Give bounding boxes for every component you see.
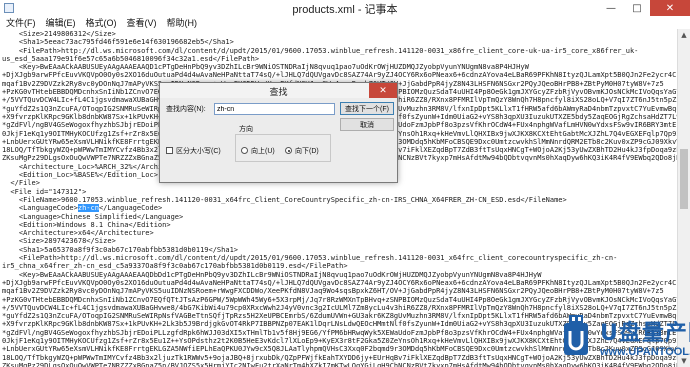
site-watermark: U盘量产网 www.UPANTOOL.com — [558, 313, 690, 365]
menu-help[interactable]: 帮助(H) — [167, 16, 198, 29]
editor-line: <FileName>9600.17053.winblue_refresh.141… — [2, 195, 567, 204]
editor-line: <FilePath>http://dl.ws.microsoft.com/dl/… — [2, 254, 618, 263]
find-what-label: 查找内容(N): — [166, 106, 206, 113]
menu-file[interactable]: 文件(F) — [6, 16, 36, 29]
minimize-button[interactable]: — — [598, 0, 624, 16]
find-dialog-title-bar[interactable]: 查找 ✕ — [160, 83, 397, 98]
usb-logo-icon — [564, 315, 588, 355]
editor-line: <Key>BwEAaACkAABUSUEyAAgAAAEAAQD1cPTgDeH… — [2, 63, 529, 72]
editor-line: ir5_chna_x64frer_zh-cn_esd_c5a9337Oa8f9f… — [2, 262, 348, 271]
editor-line: <Sha1>5eeac73ac795fd46f591e6e14f63019668… — [2, 38, 234, 47]
editor-line: <Edition_Loc>%BASE%</Edition_Loc> — [2, 171, 158, 180]
menu-bar: 文件(F) 编辑(E) 格式(O) 查看(V) 帮助(H) — [0, 16, 690, 29]
editor-line: <File id="147312"> — [2, 187, 87, 196]
editor-line: <Key>BwEAaACkAABUSUEyAAgAAAEAAQDbDd1cPTg… — [2, 270, 542, 279]
editor-line: <Language>Chinese Simplified</Language> — [2, 212, 184, 221]
menu-format[interactable]: 格式(O) — [86, 16, 117, 29]
maximize-button[interactable]: □ — [624, 0, 650, 16]
menu-edit[interactable]: 编辑(E) — [46, 16, 76, 29]
direction-down-label[interactable]: 向下(D) — [295, 146, 319, 156]
editor-line: +DjXJgb9arwFPfcEuvVKQVpO0Oy0s2XO16duOutu… — [2, 278, 677, 287]
watermark-name: U盘量产网 — [600, 321, 690, 346]
watermark-url: www.UPANTOOL.com — [600, 346, 690, 358]
editor-line: <Architecture>x64</Architecture> — [2, 229, 154, 238]
scroll-up-arrow-icon[interactable]: ▲ — [678, 29, 690, 41]
editor-line: +DjXJgb9arwFPfcEuvVKQVpO0Oy0s2XO16duOutu… — [2, 71, 677, 80]
editor-line: +PzKG0vTHtebEBBDQMDcnhxSnIiNb1ZCnvO7EQfQ… — [2, 295, 677, 304]
search-match-highlight: zh-cn — [77, 204, 99, 213]
find-dialog-close-button[interactable]: ✕ — [369, 83, 397, 98]
cancel-button[interactable]: 取消 — [340, 118, 394, 131]
find-next-button[interactable]: 查找下一个(F) — [340, 102, 394, 115]
find-what-input[interactable] — [214, 103, 335, 115]
editor-line: </File> — [2, 179, 40, 188]
direction-up-label[interactable]: 向上(U) — [251, 146, 275, 156]
editor-line: +/5VVTQuvDCW4LIc+fL4C1jgsvdmawaXUBaGHvwe… — [2, 303, 677, 312]
match-case-checkbox[interactable] — [166, 147, 173, 154]
window-title: products.xml - 记事本 — [292, 4, 398, 16]
direction-group-label: 方向 — [239, 126, 253, 133]
title-bar: products.xml - 记事本 — □ ✕ — [0, 0, 690, 17]
match-case-label[interactable]: 区分大小写(C) — [176, 146, 221, 156]
direction-up-radio[interactable] — [241, 147, 248, 154]
close-button[interactable]: ✕ — [650, 0, 690, 16]
editor-line: <Sha1>5a65370a8f9f3c0ab67c170abfbb5381d0… — [2, 245, 239, 254]
editor-line: <Size>2897423678</Size> — [2, 237, 116, 246]
editor-line: us_esd_5aaa179e91f6e57c65a6b5046810096f3… — [2, 54, 260, 63]
editor-line: <Edition>Windows 8.1 China</Edition> — [2, 220, 171, 229]
find-dialog-title: 查找 — [269, 87, 288, 97]
editor-line: <LanguageCode>zh-cn</LanguageCode> — [2, 204, 163, 213]
editor-line: mqaf1Bv2Z9DVZzk2Ry8vc0yDOnNqJ7mAPyVKS5uu… — [2, 287, 664, 296]
editor-line: <Size>2149806312</Size> — [2, 30, 116, 38]
window-controls: — □ ✕ — [598, 0, 690, 16]
direction-group: 向上(U) 向下(D) — [235, 134, 331, 162]
find-dialog: 查找 ✕ 查找内容(N): 查找下一个(F) 取消 方向 向上(U) 向下(D)… — [159, 82, 398, 183]
scrollbar-thumb[interactable] — [680, 149, 688, 209]
menu-view[interactable]: 查看(V) — [127, 16, 157, 29]
editor-line: <FilePath>http://dl.ws.microsoft.com/dl/… — [2, 46, 639, 55]
direction-down-radio[interactable] — [285, 147, 292, 154]
